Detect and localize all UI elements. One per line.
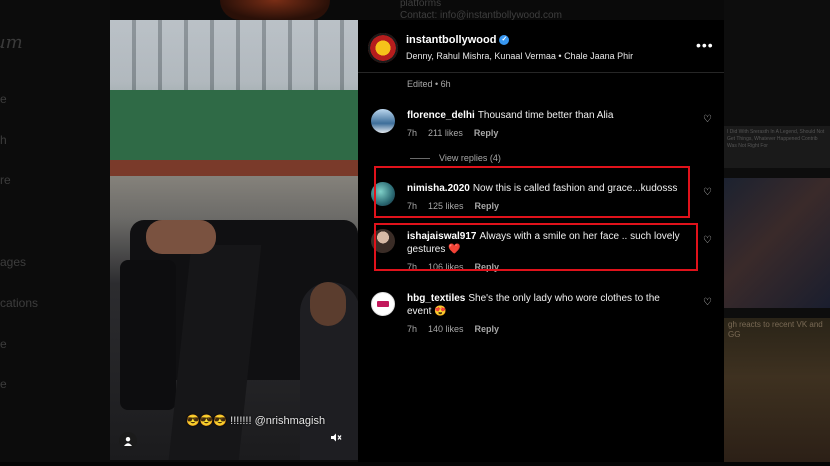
highlight-box-comment-ishajaiswal xyxy=(374,223,698,271)
background-nav-item: e xyxy=(0,337,7,351)
comment-text: florence_delhi Thousand time better than … xyxy=(407,109,687,122)
comment-username[interactable]: hbg_textiles xyxy=(407,293,465,304)
comment-text: hbg_textiles She's the only lady who wore… xyxy=(407,292,687,318)
avatar[interactable] xyxy=(371,109,395,133)
account-name[interactable]: instantbollywood ✓ xyxy=(406,34,510,46)
background-nav-item: re xyxy=(0,173,11,187)
more-options-icon[interactable]: ••• xyxy=(696,37,714,53)
video-hand xyxy=(146,220,216,254)
user-icon[interactable] xyxy=(119,432,137,450)
video-camera xyxy=(120,260,176,410)
view-replies-button[interactable]: View replies (4) xyxy=(410,153,501,163)
comment-likes[interactable]: 140 likes xyxy=(428,324,464,334)
background-cricket-image xyxy=(724,178,830,308)
like-heart-icon[interactable]: ♡ xyxy=(703,114,712,125)
account-name-text[interactable]: instantbollywood xyxy=(406,34,496,46)
like-heart-icon[interactable]: ♡ xyxy=(703,297,712,308)
comment-meta: 7h 211 likes Reply xyxy=(407,128,509,138)
background-nav-item: cations xyxy=(0,296,39,310)
edited-timestamp: Edited • 6h xyxy=(407,79,451,89)
background-logo: um xyxy=(0,32,23,53)
highlight-box-comment-nimisha xyxy=(374,166,690,218)
account-avatar[interactable] xyxy=(368,33,398,63)
comment-time: 7h xyxy=(407,324,418,334)
post-audio-credit[interactable]: Denny, Rahul Mishra, Kunaal Vermaa • Cha… xyxy=(406,51,633,61)
avatar[interactable] xyxy=(371,292,395,316)
hbg-logo-icon xyxy=(377,301,389,307)
verified-icon: ✓ xyxy=(499,35,510,46)
like-heart-icon[interactable]: ♡ xyxy=(703,187,712,198)
comment-time: 7h xyxy=(407,128,418,138)
background-movie-card: gh reacts to recent VK and GG xyxy=(724,318,830,466)
post-video[interactable]: 😎😎😎 !!!!!!! @nrishmagish xyxy=(110,20,358,460)
background-brand-banner xyxy=(220,0,330,20)
reply-button[interactable]: Reply xyxy=(474,128,499,138)
comment-username[interactable]: florence_delhi xyxy=(407,110,475,121)
video-person-head xyxy=(310,282,346,326)
replies-divider xyxy=(410,158,430,160)
reply-button[interactable]: Reply xyxy=(475,324,500,334)
comment-likes[interactable]: 211 likes xyxy=(428,128,463,138)
bottom-edge xyxy=(0,462,830,466)
comment-body: Thousand time better than Alia xyxy=(477,110,614,121)
background-nav-item: e xyxy=(0,92,7,106)
background-news-card: I Did With Srerasth In A Legend, Should … xyxy=(724,126,830,168)
mute-icon[interactable] xyxy=(330,432,342,446)
video-awning xyxy=(110,90,358,170)
background-nav-item: h xyxy=(0,133,7,147)
like-heart-icon[interactable]: ♡ xyxy=(703,235,712,246)
background-sidebar: um e h re ages cations e e xyxy=(0,0,110,466)
view-replies-label[interactable]: View replies (4) xyxy=(439,153,501,163)
video-caption: 😎😎😎 !!!!!!! @nrishmagish xyxy=(186,415,326,427)
video-awning-trim xyxy=(110,160,358,176)
comment-meta: 7h 140 likes Reply xyxy=(407,324,510,334)
background-platforms-text: platforms xyxy=(400,0,442,9)
post-header: instantbollywood ✓ Denny, Rahul Mishra, K… xyxy=(358,20,724,73)
background-movie-caption: gh reacts to recent VK and GG xyxy=(728,320,823,339)
background-nav-item: e xyxy=(0,377,7,391)
background-nav-item: ages xyxy=(0,255,27,269)
